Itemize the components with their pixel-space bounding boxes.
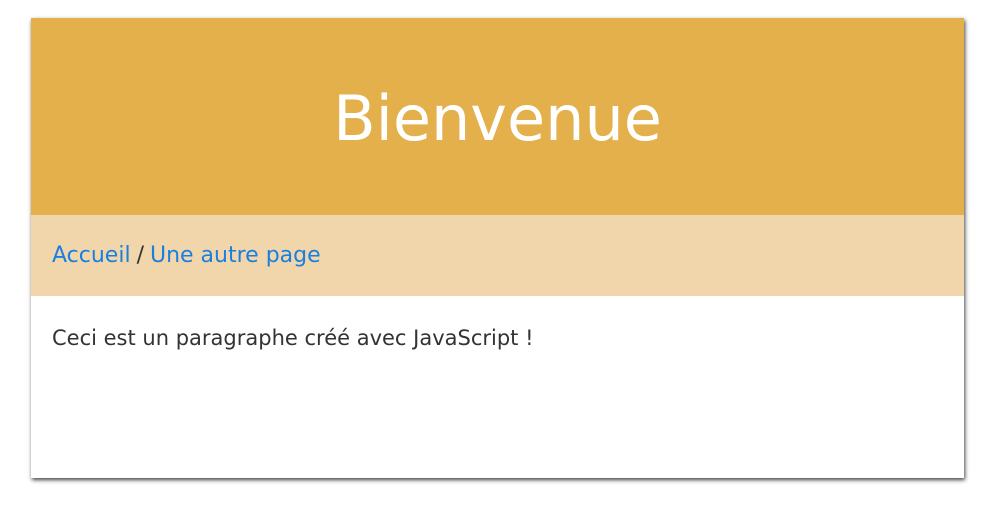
breadcrumb-link-accueil[interactable]: Accueil: [52, 243, 131, 268]
main-content: Ceci est un paragraphe créé avec JavaScr…: [52, 326, 534, 350]
header-banner: Bienvenue: [31, 18, 964, 215]
page-title: Bienvenue: [333, 81, 662, 155]
page-card: Bienvenue Accueil / Une autre page Ceci …: [31, 18, 964, 478]
breadcrumb-link-une-autre-page[interactable]: Une autre page: [150, 243, 321, 268]
breadcrumb-separator: /: [136, 243, 144, 268]
breadcrumb: Accueil / Une autre page: [31, 215, 964, 296]
intro-paragraph: Ceci est un paragraphe créé avec JavaScr…: [52, 326, 534, 350]
